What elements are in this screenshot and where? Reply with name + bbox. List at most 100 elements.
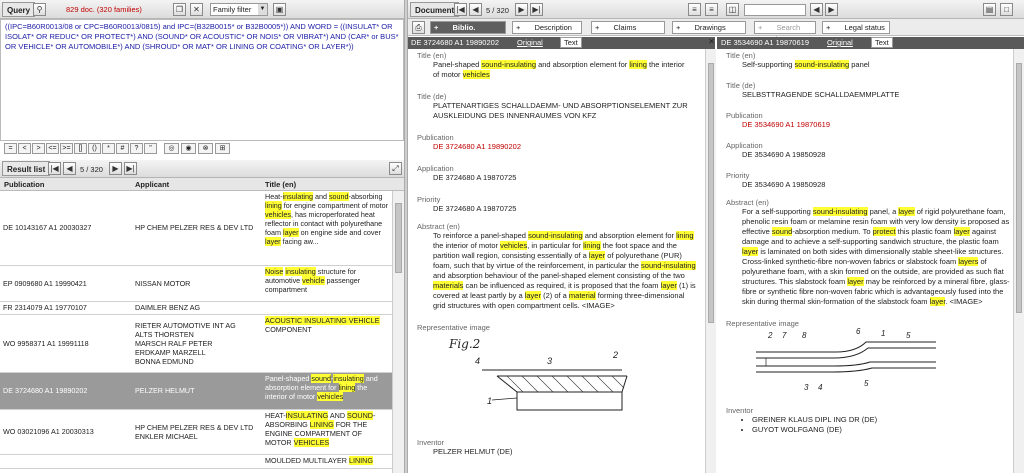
- left-abstract-segment: To reinforce a panel-shaped: [433, 231, 529, 240]
- patent-drawing-fig2: Fig.2 4 3 2 1: [448, 337, 628, 411]
- doc-left-text-button[interactable]: Text: [560, 37, 582, 48]
- doc-right-title-de: SELBSTTRAGENDE SCHALLDAEMMPLATTE: [742, 90, 900, 99]
- doc-left-scrollbar[interactable]: [705, 49, 716, 473]
- doc-right-publication[interactable]: DE 3534690 A1 19870619: [726, 120, 1013, 130]
- doc-close-icon[interactable]: ✕: [707, 37, 716, 48]
- applicant-name: BONNA EDMUND: [135, 356, 194, 366]
- table-row[interactable]: MOULDED MULTILAYER LINING: [0, 454, 392, 469]
- applicant-name: PELZER HELMUT: [135, 386, 195, 395]
- query-line: ((IPC=B60R0013/08 or CPC=B60R0013/0815) …: [5, 22, 393, 31]
- doc-tab-legal-status[interactable]: + Legal status: [822, 21, 890, 34]
- doc-right-original-link[interactable]: Original: [827, 37, 853, 49]
- operator-button[interactable]: <=: [46, 143, 59, 154]
- svg-text:1: 1: [881, 329, 885, 338]
- query-count: 829 doc. (320 families): [66, 5, 142, 14]
- table-row[interactable]: WO 9958371 A1 19991118 RIETER AUTOMOTIVE …: [0, 314, 392, 373]
- print-icon[interactable]: ⎙: [412, 21, 425, 34]
- left-abstract-segment: materials: [433, 281, 464, 290]
- last-page-icon[interactable]: ▶|: [124, 162, 137, 175]
- doc-search-input[interactable]: [744, 4, 806, 16]
- query-tab[interactable]: Query: [2, 2, 36, 17]
- doc-right-application: DE 3534690 A 19850928: [742, 150, 826, 159]
- maximize-icon[interactable]: □: [1000, 3, 1013, 16]
- nav-left-icon[interactable]: ◀: [810, 3, 823, 16]
- result-list-tab[interactable]: Result list: [2, 161, 51, 176]
- svg-text:7: 7: [782, 331, 787, 340]
- right-abstract-segment: layers: [958, 257, 979, 266]
- doc-tab-label: Drawings: [694, 23, 726, 32]
- left-title-segment: Panel-shaped: [433, 60, 482, 69]
- result-scrollbar[interactable]: [392, 191, 404, 473]
- doc-first-icon[interactable]: |◀: [454, 3, 467, 16]
- right-abstract-segment: . <IMAGE>: [945, 297, 983, 306]
- title-segment: insulating: [285, 266, 316, 276]
- expand-icon[interactable]: ⤢: [389, 162, 402, 175]
- title-segment: COMPONENT: [265, 324, 312, 334]
- operator-button[interactable]: (): [88, 143, 101, 154]
- intersect-icon[interactable]: ⊗: [198, 143, 213, 154]
- prev-page-icon[interactable]: ◀: [63, 162, 76, 175]
- table-row[interactable]: DE 10143167 A1 20030327 HP CHEM PELZER RE…: [0, 191, 392, 266]
- nav-right-icon[interactable]: ▶: [825, 3, 838, 16]
- operator-button[interactable]: #: [116, 143, 129, 154]
- calc-icon[interactable]: ⊞: [215, 143, 230, 154]
- publication-cell: WO 03021096 A1 20030313: [0, 409, 132, 455]
- operator-button[interactable]: *: [102, 143, 115, 154]
- doc-left-header: DE 3724680 A1 19890202 Original Text: [408, 37, 715, 49]
- operator-button[interactable]: =: [4, 143, 17, 154]
- operator-button[interactable]: ?: [130, 143, 143, 154]
- doc-right-text-button[interactable]: Text: [871, 37, 893, 48]
- doc-left-scroll-thumb[interactable]: [708, 63, 714, 323]
- operator-button[interactable]: >=: [60, 143, 73, 154]
- right-abstract-segment: layer: [742, 247, 759, 256]
- doc-tab-biblio[interactable]: + Biblio.: [430, 21, 506, 34]
- operator-button[interactable]: >: [32, 143, 45, 154]
- applicant-name: HP CHEM PELZER RES & DEV LTD: [135, 422, 254, 432]
- window-icon[interactable]: ▤: [983, 3, 996, 16]
- doc-next-icon[interactable]: ▶: [515, 3, 528, 16]
- doc-right-priority: DE 3534690 A 19850928: [742, 180, 826, 189]
- result-scroll-thumb[interactable]: [395, 203, 402, 273]
- table-row[interactable]: WO 03021096 A1 20030313 HP CHEM PELZER RE…: [0, 409, 392, 455]
- family-filter-select[interactable]: Family filter ▼: [210, 3, 268, 16]
- operator-button[interactable]: <: [18, 143, 31, 154]
- doc-tab-description[interactable]: + Description: [512, 21, 582, 34]
- table-row[interactable]: FR 2314079 A1 19770107 DAIMLER BENZ AG: [0, 301, 392, 315]
- col-publication[interactable]: Publication: [4, 180, 44, 189]
- operator-button[interactable]: []: [74, 143, 87, 154]
- doc-left-drawing: Fig.2 4 3 2 1: [437, 332, 705, 436]
- operator-button[interactable]: ": [144, 143, 157, 154]
- first-page-icon[interactable]: |◀: [48, 162, 61, 175]
- doc-left-original-link[interactable]: Original: [517, 37, 543, 49]
- table-row[interactable]: EP 0909680 A1 19990421 NISSAN MOTOR Noise …: [0, 265, 392, 302]
- clear-icon[interactable]: ✕: [190, 3, 203, 16]
- title-segment: Heat-: [265, 192, 283, 201]
- save-icon[interactable]: ▣: [273, 3, 286, 16]
- document-tab[interactable]: Document: [410, 2, 460, 17]
- search-icon[interactable]: ⚲: [33, 3, 46, 16]
- doc-tab-search-report[interactable]: + Search report: [754, 21, 816, 43]
- doc-prev-icon[interactable]: ◀: [469, 3, 482, 16]
- query-editor[interactable]: ((IPC=B60R0013/08 or CPC=B60R0013/0815) …: [0, 19, 404, 141]
- title-segment: Panel-shaped: [265, 373, 312, 383]
- table-row[interactable]: DE 3724680 A1 19890202 PELZER HELMUT Panel…: [0, 372, 392, 410]
- doc-right-scrollbar[interactable]: [1013, 49, 1024, 473]
- doc-left-publication[interactable]: DE 3724680 A1 19890202: [417, 142, 705, 152]
- align-right-icon[interactable]: ≡: [705, 3, 718, 16]
- group-icon[interactable]: ◎: [164, 143, 179, 154]
- next-page-icon[interactable]: ▶: [109, 162, 122, 175]
- copy-icon[interactable]: ❐: [173, 3, 186, 16]
- doc-last-icon[interactable]: ▶|: [530, 3, 543, 16]
- split-view-icon[interactable]: ◫: [726, 3, 739, 16]
- col-title[interactable]: Title (en): [265, 180, 296, 189]
- left-abstract-segment: (2) of a: [540, 291, 569, 300]
- right-abstract-segment: sound-insulating: [812, 207, 868, 216]
- doc-tab-claims[interactable]: + Claims: [591, 21, 665, 34]
- align-left-icon[interactable]: ≡: [688, 3, 701, 16]
- union-icon[interactable]: ◉: [181, 143, 196, 154]
- doc-left-title: Panel-shaped sound-insulating and absorp…: [417, 60, 687, 80]
- doc-tab-drawings[interactable]: + Drawings: [672, 21, 746, 34]
- svg-text:4: 4: [475, 356, 480, 366]
- col-applicant[interactable]: Applicant: [135, 180, 169, 189]
- doc-right-scroll-thumb[interactable]: [1016, 63, 1022, 313]
